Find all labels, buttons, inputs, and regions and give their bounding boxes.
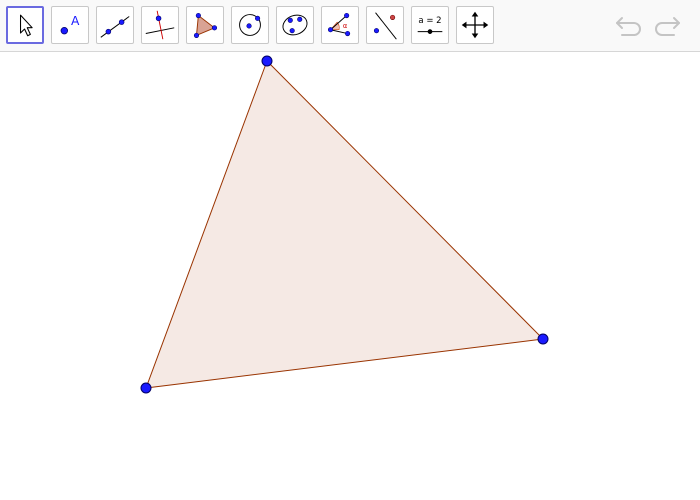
undo-button[interactable] xyxy=(614,12,646,40)
circle-center-point-icon xyxy=(239,14,261,36)
triangle-polygon[interactable] xyxy=(145,60,545,389)
point-tool-button[interactable]: A xyxy=(51,6,89,44)
angle-icon: α xyxy=(327,12,351,37)
perpendicular-line-tool-button[interactable] xyxy=(141,6,179,44)
line-through-two-points-icon xyxy=(100,16,130,38)
point-tool-label: A xyxy=(71,14,80,28)
move-arrows-icon xyxy=(461,11,489,39)
angle-tool-button[interactable]: α xyxy=(321,6,359,44)
conic-tool-button[interactable] xyxy=(276,6,314,44)
toolbar: A α a = 2 xyxy=(0,0,700,52)
polygon-tool-button[interactable] xyxy=(186,6,224,44)
line-tool-button[interactable] xyxy=(96,6,134,44)
point-icon: A xyxy=(60,14,80,35)
slider-icon: a = 2 xyxy=(417,16,443,34)
undo-icon xyxy=(616,17,641,36)
circle-tool-button[interactable] xyxy=(231,6,269,44)
slider-tool-button[interactable]: a = 2 xyxy=(411,6,449,44)
vertex-right[interactable] xyxy=(537,333,549,345)
geogebra-app: A α a = 2 xyxy=(0,0,700,500)
reflect-tool-button[interactable] xyxy=(366,6,404,44)
angle-tool-label: α xyxy=(343,22,348,30)
graphics-view[interactable] xyxy=(0,52,700,500)
ellipse-icon xyxy=(282,14,308,36)
arrow-cursor-icon xyxy=(19,14,33,37)
vertex-top[interactable] xyxy=(261,55,273,67)
polygon-icon xyxy=(193,12,218,38)
redo-button[interactable] xyxy=(650,12,682,40)
vertex-left[interactable] xyxy=(140,382,152,394)
perpendicular-line-icon xyxy=(145,10,175,40)
graphics-canvas[interactable] xyxy=(0,52,700,500)
move-graphics-view-tool-button[interactable] xyxy=(456,6,494,44)
slider-tool-label: a = 2 xyxy=(418,16,441,26)
reflect-about-line-icon xyxy=(373,12,397,40)
move-tool-button[interactable] xyxy=(6,6,44,44)
redo-icon xyxy=(655,17,680,36)
